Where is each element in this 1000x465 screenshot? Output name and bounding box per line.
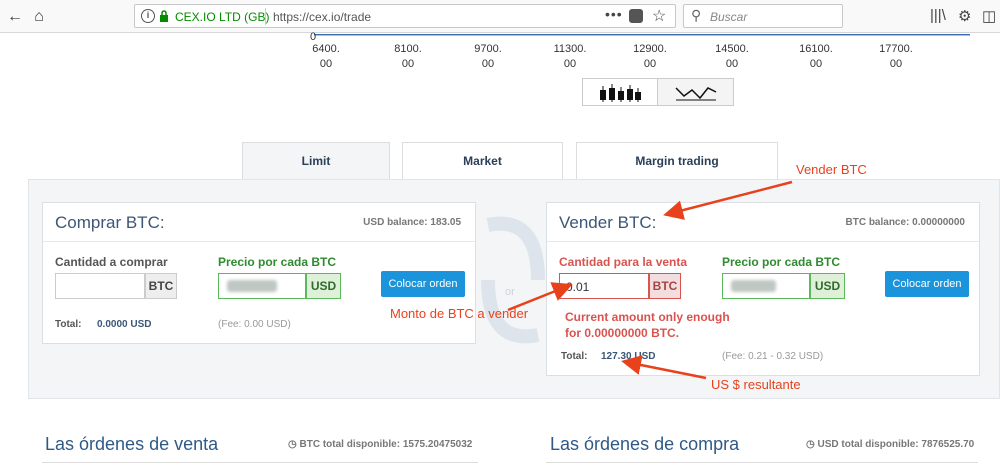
annotation-result: US $ resultante (711, 377, 801, 392)
usd-available-text: USD total disponible: 7876525.70 (817, 439, 975, 450)
sell-orders-title: Las órdenes de venta (45, 434, 219, 454)
buy-orders-title: Las órdenes de compra (550, 434, 740, 454)
usd-available: ◷ USD total disponible: 7876525.70 (806, 439, 975, 450)
annotation-sell: Vender BTC (796, 162, 867, 177)
arrow-to-sell-total (621, 355, 707, 380)
arrow-to-sell-title (663, 180, 793, 220)
divider (42, 462, 478, 463)
btc-available: ◷ BTC total disponible: 1575.20475032 (288, 439, 473, 450)
annotation-arrows (507, 180, 793, 380)
annotation-amount: Monto de BTC a vender (390, 306, 529, 321)
btc-available-text: BTC total disponible: 1575.20475032 (299, 439, 473, 450)
divider (546, 462, 978, 463)
